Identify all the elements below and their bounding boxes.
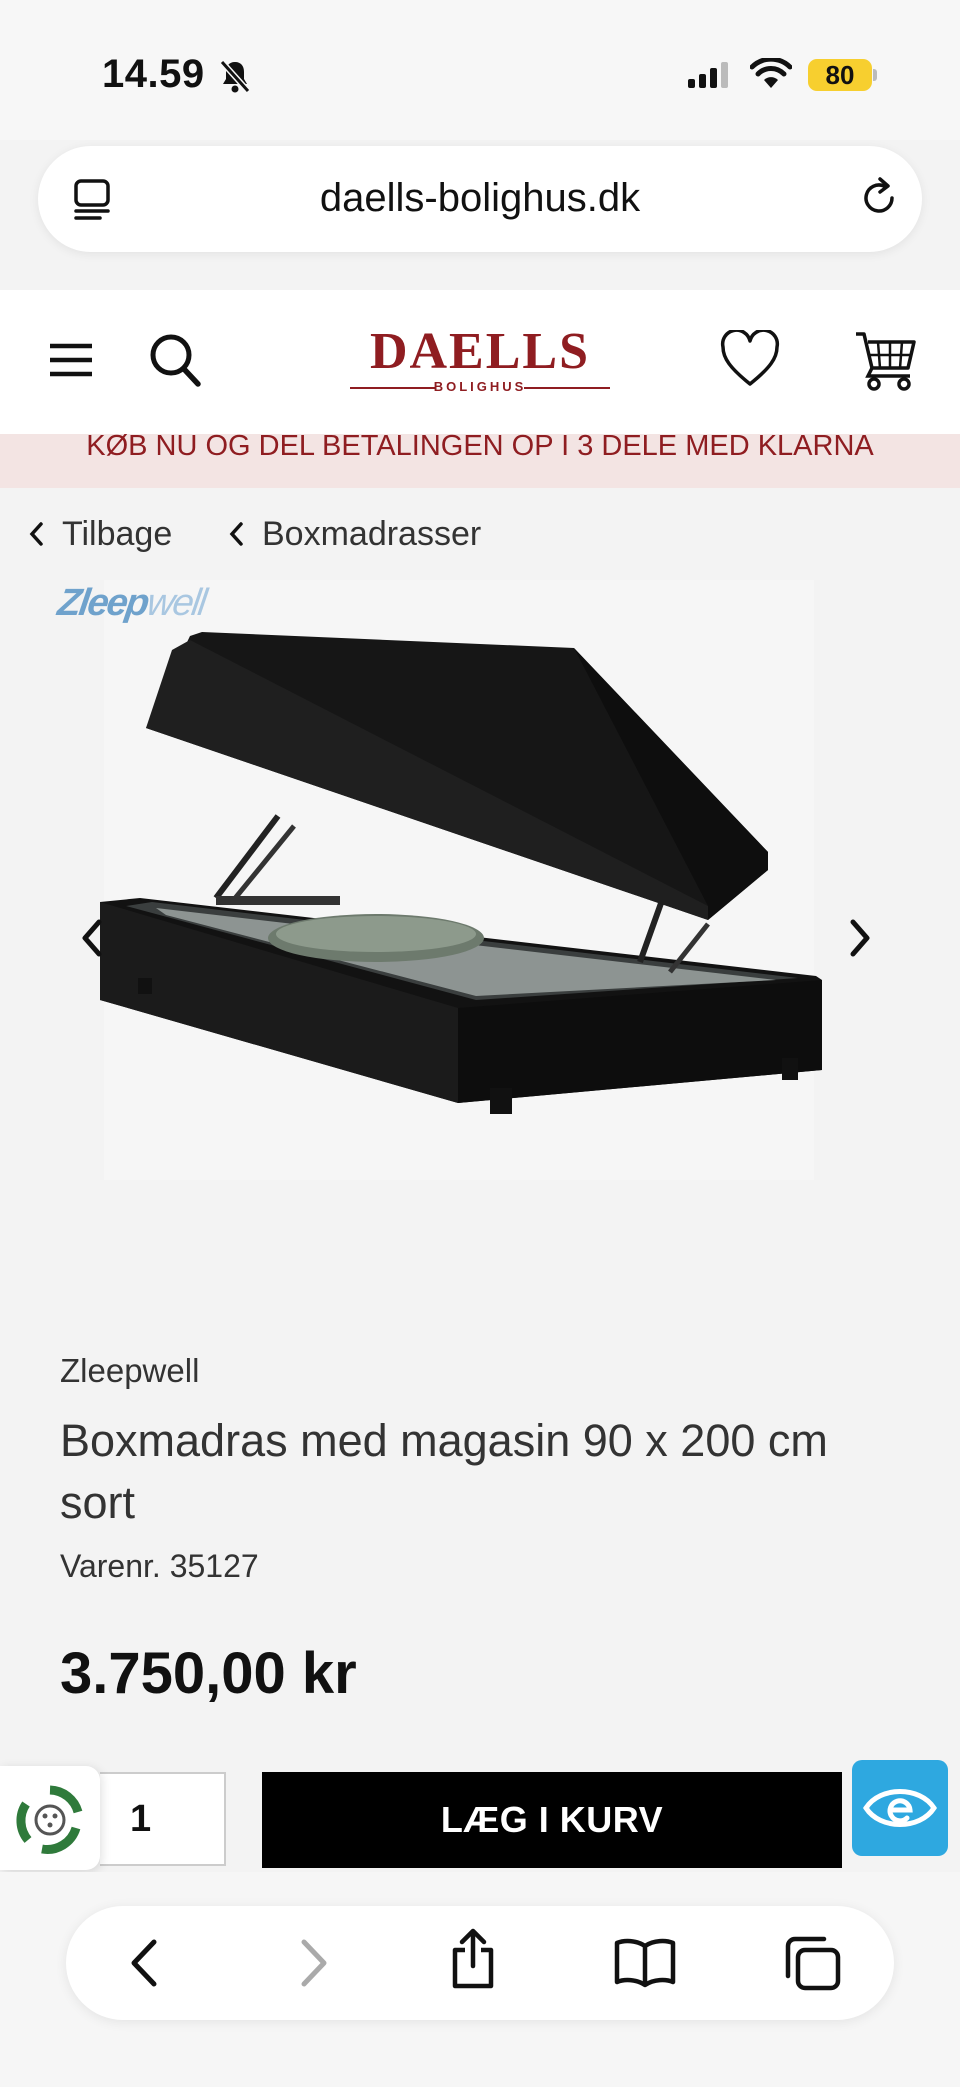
category-link-label: Boxmadrasser (262, 514, 482, 553)
site-logo[interactable]: DAELLS BOLIGHUS (340, 326, 620, 396)
product-sku: Varenr. 35127 (60, 1548, 259, 1584)
share-icon[interactable] (448, 1928, 498, 1990)
chevron-left-icon (29, 522, 43, 546)
battery-tip (873, 69, 877, 81)
recycle-icon (16, 1785, 83, 1854)
tabs-overview-icon[interactable] (782, 1936, 842, 1992)
bookmarks-icon[interactable] (614, 1936, 676, 1988)
shopping-cart-icon[interactable] (854, 330, 918, 392)
browser-forward-icon[interactable] (294, 1936, 334, 1990)
back-link-label: Tilbage (62, 514, 173, 553)
brand-badge-logo: Zleepwell (55, 582, 208, 624)
product-price: 3.750,00 kr (60, 1641, 357, 1706)
cellular-signal-icon (688, 62, 728, 88)
wishlist-heart-icon[interactable] (720, 330, 780, 388)
category-link[interactable]: Boxmadrasser (228, 512, 481, 556)
page: 14.59 80 daells-bolighus.dk DAELLS BOLIG… (0, 0, 960, 2087)
eye-icon (863, 1789, 937, 1827)
reload-icon[interactable] (858, 176, 902, 222)
product-title: Boxmadras med magasin 90 x 200 cm sort (60, 1415, 828, 1528)
url-text[interactable]: daells-bolighus.dk (38, 176, 922, 221)
accessibility-widget[interactable] (852, 1760, 948, 1856)
status-time: 14.59 (102, 52, 205, 96)
promo-text: KØB NU OG DEL BETALINGEN OP I 3 DELE MED… (86, 434, 874, 462)
wifi-icon (750, 58, 792, 88)
product-brand[interactable]: Zleepwell (60, 1352, 199, 1390)
gallery-prev-icon[interactable] (80, 918, 104, 958)
hamburger-menu-icon[interactable] (48, 340, 94, 380)
back-link[interactable]: Tilbage (28, 512, 172, 556)
product-image[interactable] (56, 580, 856, 1180)
chevron-left-icon (229, 522, 243, 546)
logo-wordmark: DAELLS (369, 323, 591, 380)
recycle-widget[interactable] (0, 1766, 100, 1870)
search-icon[interactable] (148, 332, 202, 388)
promo-banner[interactable]: KØB NU OG DEL BETALINGEN OP I 3 DELE MED… (0, 434, 960, 488)
browser-toolbar (66, 1906, 894, 2020)
browser-back-icon[interactable] (124, 1936, 164, 1990)
status-bar: 14.59 80 (0, 0, 960, 140)
address-bar[interactable]: daells-bolighus.dk (38, 146, 922, 252)
bell-muted-icon (219, 59, 251, 94)
logo-subtext: BOLIGHUS (340, 379, 620, 394)
quantity-input[interactable]: 1 (100, 1772, 226, 1866)
battery-level: 80 (808, 59, 872, 91)
gallery-next-icon[interactable] (848, 918, 872, 958)
add-to-cart-button[interactable]: LÆG I KURV (262, 1772, 842, 1868)
site-header: DAELLS BOLIGHUS (0, 290, 960, 434)
